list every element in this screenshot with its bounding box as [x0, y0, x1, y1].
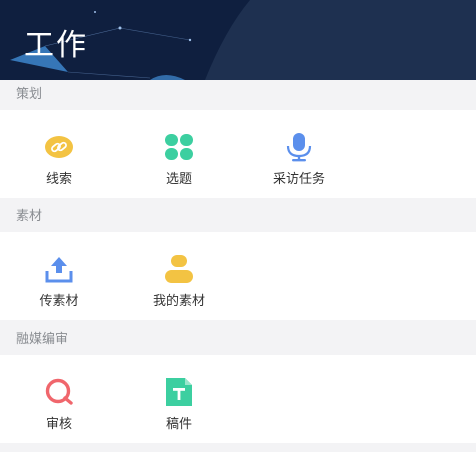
section-planning: 线索 选题 采访任务 [0, 110, 476, 198]
my-materials-label: 我的素材 [152, 294, 205, 309]
interview-task-button[interactable]: 采访任务 [244, 110, 354, 198]
microphone-icon [286, 133, 312, 162]
review-label: 审核 [45, 417, 72, 432]
clue-label: 线索 [45, 172, 72, 187]
manuscript-button[interactable]: 稿件 [124, 355, 234, 443]
upload-icon [45, 257, 73, 283]
page-title: 工作 [24, 28, 88, 63]
user-icon [165, 255, 193, 283]
header: 工作 [0, 0, 476, 80]
upload-material-button[interactable]: 传素材 [4, 232, 114, 320]
section-materials: 传素材 我的素材 [0, 232, 476, 320]
review-button[interactable]: 审核 [4, 355, 114, 443]
link-icon [45, 136, 73, 158]
upload-material-label: 传素材 [39, 294, 79, 309]
section-media-review: 审核 稿件 [0, 355, 476, 443]
four-leaf-icon [165, 134, 193, 160]
topic-button[interactable]: 选题 [124, 110, 234, 198]
review-icon [45, 378, 73, 405]
topic-label: 选题 [165, 172, 192, 187]
clue-button[interactable]: 线索 [4, 110, 114, 198]
section-title-planning: 策划 [16, 87, 43, 102]
manuscript-label: 稿件 [165, 417, 192, 432]
document-icon [166, 378, 192, 406]
my-materials-button[interactable]: 我的素材 [124, 232, 234, 320]
section-title-media-review: 融媒编审 [16, 332, 69, 347]
section-title-materials: 素材 [16, 209, 43, 224]
interview-task-label: 采访任务 [272, 172, 325, 187]
